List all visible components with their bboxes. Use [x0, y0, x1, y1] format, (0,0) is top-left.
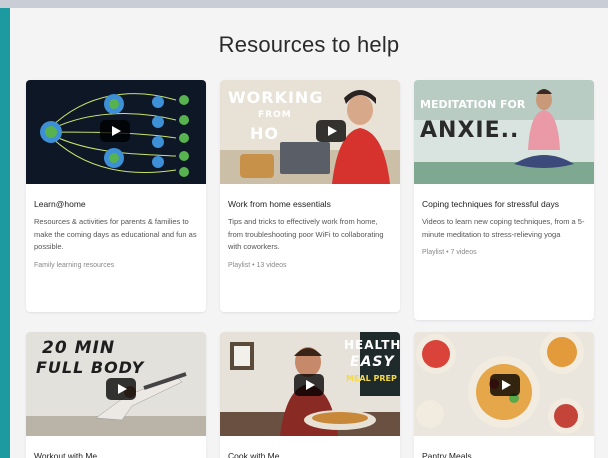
- accent-side-bar: [0, 8, 10, 458]
- play-icon[interactable]: [316, 120, 346, 142]
- thumb-caption-line1: MEDITATION FOR: [420, 98, 526, 111]
- thumbnail-coping-techniques[interactable]: MEDITATION FOR ANXIE..: [414, 80, 594, 184]
- thumbnail-learn-at-home[interactable]: [26, 80, 206, 184]
- card-work-from-home[interactable]: WORKING FROM HO Work from home essential…: [220, 80, 400, 312]
- thumb-caption-line2: EASY: [350, 354, 395, 370]
- card-title[interactable]: Workout with Me: [26, 436, 206, 458]
- thumb-caption-line3: MEAL PREP: [346, 374, 397, 383]
- play-icon[interactable]: [490, 374, 520, 396]
- card-title[interactable]: Work from home essentials: [220, 184, 400, 210]
- thumbnail-workout[interactable]: 20 MIN FULL BODY: [26, 332, 206, 436]
- card-title[interactable]: Cook with Me: [220, 436, 400, 458]
- card-meta: Playlist • 7 videos: [422, 249, 477, 256]
- thumb-caption-line1: WORKING: [228, 88, 324, 107]
- card-title[interactable]: Learn@home: [26, 184, 206, 210]
- play-icon[interactable]: [100, 120, 130, 142]
- thumbnail-cook[interactable]: HEALTHY EASY MEAL PREP: [220, 332, 400, 436]
- card-title[interactable]: Pantry Meals: [414, 436, 594, 458]
- thumb-caption-line2: ANXIE..: [420, 118, 520, 143]
- thumb-caption-line1: HEALTHY: [344, 338, 400, 352]
- card-description: Resources & activities for parents & fam…: [34, 217, 197, 251]
- card-description: Tips and tricks to effectively work from…: [228, 217, 384, 251]
- thumb-caption-line2: FULL BODY: [36, 358, 145, 377]
- section-title: Resources to help: [218, 32, 400, 57]
- thumbnail-pantry[interactable]: [414, 332, 594, 436]
- resources-panel: Resources to help Learn@home Resources &…: [10, 8, 608, 458]
- card-cook-with-me[interactable]: HEALTHY EASY MEAL PREP Cook with Me: [220, 332, 400, 458]
- play-icon[interactable]: [294, 374, 324, 396]
- play-icon[interactable]: [106, 378, 136, 400]
- thumbnail-work-from-home[interactable]: WORKING FROM HO: [220, 80, 400, 184]
- card-title[interactable]: Coping techniques for stressful days: [414, 184, 594, 210]
- card-pantry-meals[interactable]: Pantry Meals: [414, 332, 594, 458]
- card-meta: Family learning resources: [34, 261, 115, 269]
- card-learn-at-home[interactable]: Learn@home Resources & activities for pa…: [26, 80, 206, 312]
- thumb-caption-line2: FROM: [258, 110, 292, 120]
- card-description: Videos to learn new coping techniques, f…: [422, 217, 585, 239]
- thumb-caption-line1: 20 MIN: [42, 338, 116, 358]
- thumb-caption-line3: HO: [250, 124, 279, 143]
- card-workout-with-me[interactable]: 20 MIN FULL BODY Workout with Me: [26, 332, 206, 458]
- card-coping-techniques[interactable]: MEDITATION FOR ANXIE.. Coping techniques…: [414, 80, 594, 320]
- browser-top-strip: [0, 0, 608, 8]
- card-meta: Playlist • 13 videos: [228, 261, 287, 269]
